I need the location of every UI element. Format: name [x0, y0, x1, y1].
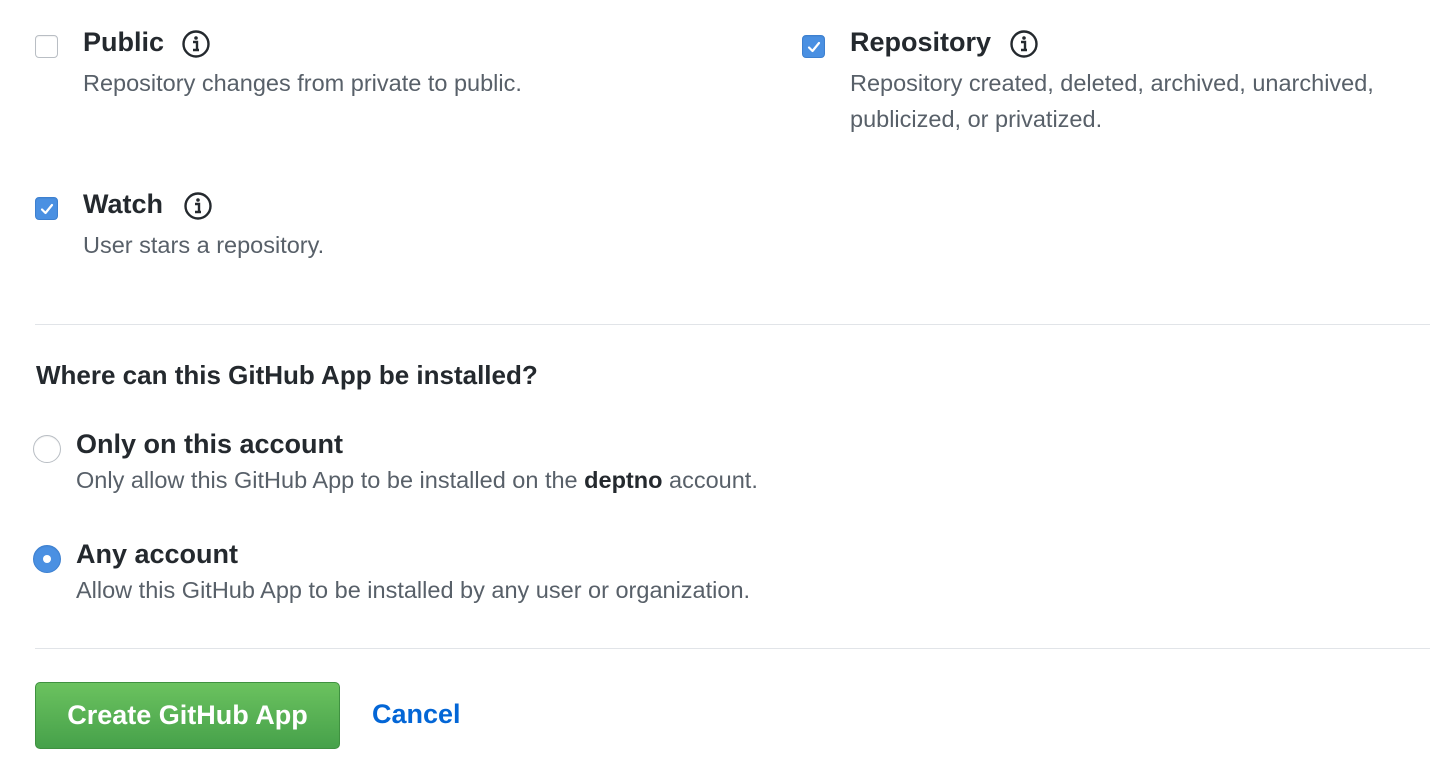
any-account-label: Any account [76, 539, 239, 569]
radio-selected-dot [43, 555, 51, 563]
divider [35, 324, 1430, 325]
info-icon[interactable] [183, 191, 213, 221]
event-repository-label: Repository [850, 27, 992, 57]
only-this-account-description: Only allow this GitHub App to be install… [76, 467, 758, 494]
event-repository-description-line2: publicized, or privatized. [850, 106, 1103, 132]
only-this-account-radio[interactable] [33, 435, 61, 463]
event-public-label: Public [83, 27, 165, 57]
watch-checkbox[interactable] [35, 197, 58, 220]
any-account-radio[interactable] [33, 545, 61, 573]
repository-checkbox[interactable] [802, 35, 825, 58]
create-github-app-button[interactable]: Create GitHub App [35, 682, 340, 749]
divider [35, 648, 1430, 649]
cancel-link[interactable]: Cancel [372, 699, 461, 730]
checkmark-icon [807, 41, 821, 53]
github-app-settings-page: Public Repository changes from private t… [0, 0, 1430, 770]
only-this-account-label: Only on this account [76, 429, 344, 459]
account-name: deptno [584, 467, 663, 493]
event-repository-description-line1: Repository created, deleted, archived, u… [850, 70, 1374, 96]
checkmark-icon [40, 203, 54, 215]
install-location-heading: Where can this GitHub App be installed? [36, 360, 538, 390]
description-prefix: Only allow this GitHub App to be install… [76, 467, 585, 493]
event-repository-description: Repository created, deleted, archived, u… [850, 65, 1374, 137]
event-watch-description: User stars a repository. [83, 232, 325, 258]
any-account-description: Allow this GitHub App to be installed by… [76, 577, 751, 603]
info-icon[interactable] [181, 29, 211, 59]
description-suffix: account. [662, 467, 758, 493]
event-watch-label: Watch [83, 189, 163, 219]
event-public-description: Repository changes from private to publi… [83, 70, 522, 96]
info-icon[interactable] [1009, 29, 1039, 59]
public-checkbox[interactable] [35, 35, 58, 58]
